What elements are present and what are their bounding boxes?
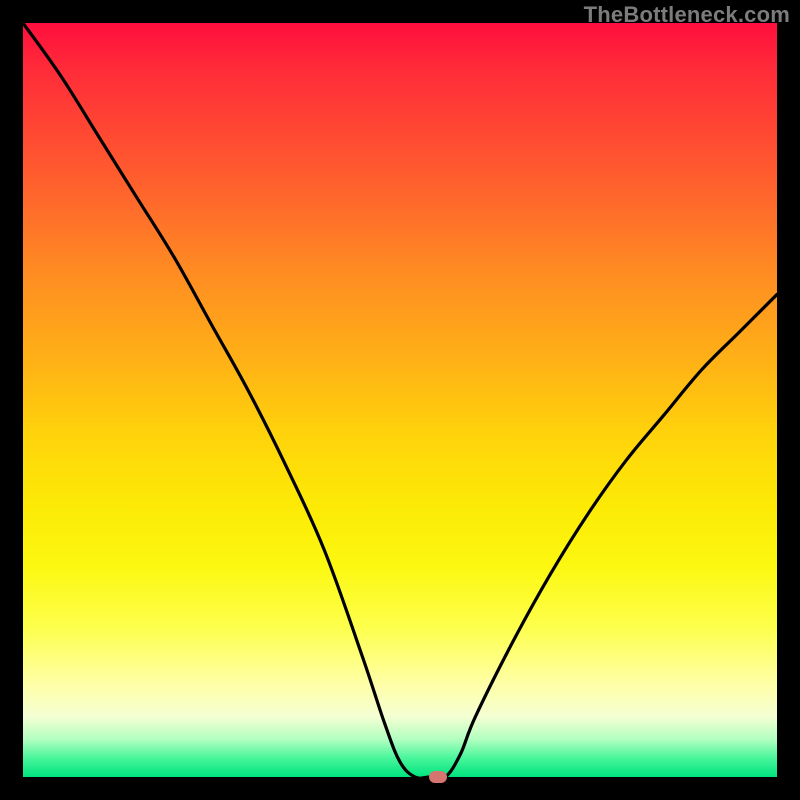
curve-layer: [23, 23, 777, 777]
chart-frame: TheBottleneck.com: [0, 0, 800, 800]
target-dot: [429, 771, 447, 783]
bottleneck-curve: [23, 23, 777, 777]
plot-area: [23, 23, 777, 777]
watermark-text: TheBottleneck.com: [584, 2, 790, 28]
